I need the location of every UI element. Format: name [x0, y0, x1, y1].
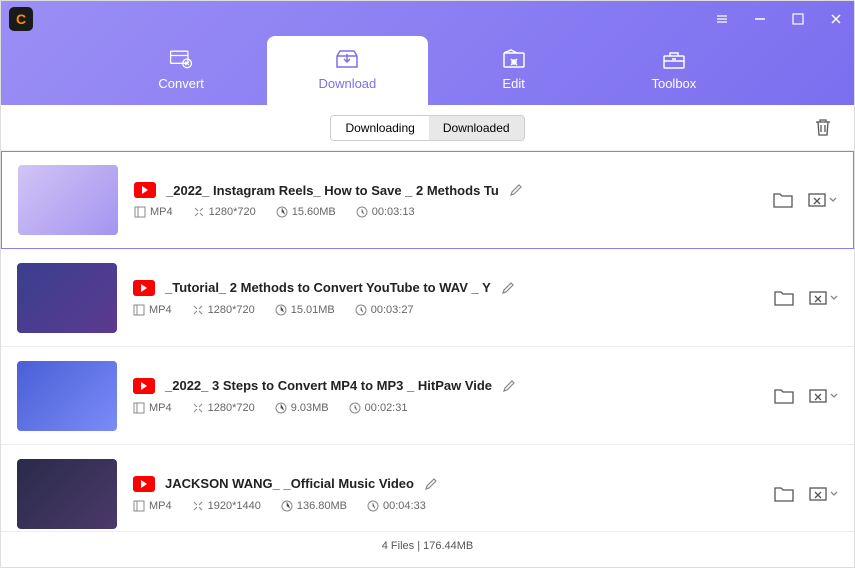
- video-meta: JACKSON WANG_ _Official Music Video MP4 …: [133, 476, 758, 512]
- resolution-spec: 1280*720: [192, 402, 255, 414]
- size-spec: 9.03MB: [275, 402, 329, 414]
- video-thumbnail: [17, 459, 117, 529]
- resolution-spec: 1280*720: [192, 304, 255, 316]
- open-folder-button[interactable]: [774, 290, 794, 306]
- video-title: JACKSON WANG_ _Official Music Video: [165, 476, 414, 491]
- format-spec: MP4: [133, 304, 172, 316]
- video-specs: MP4 1280*720 15.60MB 00:03:13: [134, 206, 757, 218]
- duration-spec: 00:02:31: [349, 402, 408, 414]
- row-actions: [774, 387, 838, 405]
- status-bar: 4 Files | 176.44MB: [1, 531, 854, 559]
- format-spec: MP4: [134, 206, 173, 218]
- toolbox-icon: [661, 48, 687, 70]
- nav-toolbox[interactable]: Toolbox: [594, 36, 754, 105]
- video-title: _2022_ 3 Steps to Convert MP4 to MP3 _ H…: [165, 378, 492, 393]
- video-specs: MP4 1280*720 15.01MB 00:03:27: [133, 304, 758, 316]
- video-row[interactable]: _2022_ Instagram Reels_ How to Save _ 2 …: [1, 151, 854, 249]
- resolution-spec: 1920*1440: [192, 500, 261, 512]
- youtube-icon: [133, 280, 155, 296]
- video-meta: _2022_ 3 Steps to Convert MP4 to MP3 _ H…: [133, 378, 758, 414]
- video-title: _Tutorial_ 2 Methods to Convert YouTube …: [165, 280, 491, 295]
- youtube-icon: [133, 476, 155, 492]
- video-row[interactable]: _Tutorial_ 2 Methods to Convert YouTube …: [1, 249, 854, 347]
- nav-label: Edit: [502, 76, 524, 91]
- nav-download[interactable]: Download: [267, 36, 427, 105]
- edit-video-button[interactable]: [807, 191, 837, 209]
- format-spec: MP4: [133, 402, 172, 414]
- resolution-spec: 1280*720: [193, 206, 256, 218]
- youtube-icon: [134, 182, 156, 198]
- delete-button[interactable]: [814, 117, 832, 137]
- duration-spec: 00:04:33: [367, 500, 426, 512]
- format-spec: MP4: [133, 500, 172, 512]
- video-title: _2022_ Instagram Reels_ How to Save _ 2 …: [166, 183, 499, 198]
- size-spec: 15.60MB: [276, 206, 336, 218]
- edit-icon: [501, 48, 527, 70]
- row-actions: [774, 485, 838, 503]
- header: C Convert Download Edit Toolbox: [1, 1, 854, 105]
- sub-toolbar: Downloading Downloaded: [1, 105, 854, 151]
- video-row[interactable]: _2022_ 3 Steps to Convert MP4 to MP3 _ H…: [1, 347, 854, 445]
- tab-downloading[interactable]: Downloading: [331, 116, 428, 140]
- open-folder-button[interactable]: [774, 388, 794, 404]
- app-logo: C: [9, 7, 33, 31]
- size-spec: 136.80MB: [281, 500, 347, 512]
- row-actions: [773, 191, 837, 209]
- video-meta: _2022_ Instagram Reels_ How to Save _ 2 …: [134, 182, 757, 218]
- edit-video-button[interactable]: [808, 485, 838, 503]
- convert-icon: [168, 48, 194, 70]
- nav-label: Convert: [158, 76, 204, 91]
- edit-video-button[interactable]: [808, 387, 838, 405]
- size-spec: 15.01MB: [275, 304, 335, 316]
- video-meta: _Tutorial_ 2 Methods to Convert YouTube …: [133, 280, 758, 316]
- youtube-icon: [133, 378, 155, 394]
- row-actions: [774, 289, 838, 307]
- rename-button[interactable]: [502, 379, 516, 393]
- download-icon: [334, 48, 360, 70]
- tab-downloaded[interactable]: Downloaded: [429, 116, 524, 140]
- nav-convert[interactable]: Convert: [101, 36, 261, 105]
- window-controls: [712, 9, 846, 29]
- nav-label: Download: [318, 76, 376, 91]
- minimize-button[interactable]: [750, 9, 770, 29]
- video-thumbnail: [18, 165, 118, 235]
- video-thumbnail: [17, 361, 117, 431]
- maximize-button[interactable]: [788, 9, 808, 29]
- nav-edit[interactable]: Edit: [434, 36, 594, 105]
- rename-button[interactable]: [424, 477, 438, 491]
- video-thumbnail: [17, 263, 117, 333]
- rename-button[interactable]: [501, 281, 515, 295]
- rename-button[interactable]: [509, 183, 523, 197]
- duration-spec: 00:03:27: [355, 304, 414, 316]
- open-folder-button[interactable]: [773, 192, 793, 208]
- download-status-tabs: Downloading Downloaded: [330, 115, 524, 141]
- video-list: _2022_ Instagram Reels_ How to Save _ 2 …: [1, 151, 854, 531]
- nav-label: Toolbox: [651, 76, 696, 91]
- edit-video-button[interactable]: [808, 289, 838, 307]
- open-folder-button[interactable]: [774, 486, 794, 502]
- video-specs: MP4 1280*720 9.03MB 00:02:31: [133, 402, 758, 414]
- close-button[interactable]: [826, 9, 846, 29]
- duration-spec: 00:03:13: [356, 206, 415, 218]
- video-specs: MP4 1920*1440 136.80MB 00:04:33: [133, 500, 758, 512]
- menu-button[interactable]: [712, 9, 732, 29]
- video-row[interactable]: JACKSON WANG_ _Official Music Video MP4 …: [1, 445, 854, 531]
